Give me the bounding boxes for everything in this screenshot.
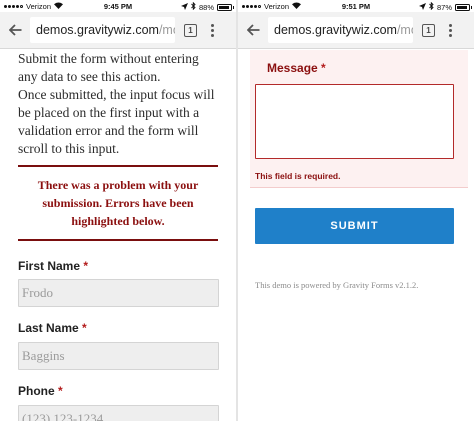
browser-toolbar: demos.gravitywiz.com/mobi 1 xyxy=(238,12,474,49)
phone-label: Phone * xyxy=(18,384,63,398)
first-name-placeholder: Frodo xyxy=(22,285,54,300)
message-label: Message * xyxy=(267,61,326,75)
error-line: There was a problem with your xyxy=(37,178,199,192)
overflow-menu-button[interactable] xyxy=(447,23,453,37)
status-bar: Verizon 9:51 PM 87% xyxy=(238,0,474,12)
status-bar: Verizon 9:45 PM 88% xyxy=(0,0,236,12)
battery-percent: 87% xyxy=(436,2,452,12)
arrow-left-icon xyxy=(8,24,21,36)
back-button[interactable] xyxy=(238,12,268,49)
description-line: any data to see this action. xyxy=(18,69,161,84)
url-path: /mobi xyxy=(396,23,413,37)
description-line: Submit the form without entering xyxy=(18,51,199,66)
url-host: demos.gravitywiz.com xyxy=(36,23,159,37)
description-line: be placed on the first input with a xyxy=(18,105,200,120)
last-name-placeholder: Baggins xyxy=(22,348,65,363)
error-line: submission. Errors have been xyxy=(42,196,194,210)
address-bar[interactable]: demos.gravitywiz.com/mobil xyxy=(30,17,175,43)
first-name-input[interactable]: Frodo xyxy=(18,279,219,307)
bluetooth-icon xyxy=(429,1,434,12)
message-textarea[interactable] xyxy=(255,84,454,159)
bluetooth-icon xyxy=(191,1,196,12)
vertical-ellipsis-icon xyxy=(210,23,214,27)
validation-error-banner: There was a problem with your submission… xyxy=(18,165,218,241)
required-asterisk: * xyxy=(58,384,63,398)
message-field-error-container: Message * This field is required. xyxy=(250,50,468,188)
first-name-label: First Name * xyxy=(18,259,89,273)
arrow-left-icon xyxy=(246,24,259,36)
location-icon xyxy=(418,2,426,12)
error-line: highlighted below. xyxy=(71,214,165,228)
submit-button[interactable]: SUBMIT xyxy=(255,208,454,244)
field-error-message: This field is required. xyxy=(255,171,341,181)
battery-icon xyxy=(217,3,234,11)
description-line: validation error and the form will xyxy=(18,123,199,138)
validation-error-message: There was a problem with your submission… xyxy=(23,176,213,230)
location-icon xyxy=(180,2,188,12)
address-bar[interactable]: demos.gravitywiz.com/mobi xyxy=(268,17,413,43)
battery-icon xyxy=(455,3,472,11)
phone-input[interactable]: (123) 123-1234 xyxy=(18,405,219,421)
left-phone-screen: Verizon 9:45 PM 88% demos.gravitywiz.com… xyxy=(0,0,236,421)
battery-percent: 88% xyxy=(198,2,214,12)
page-content: Submit the form without entering any dat… xyxy=(0,50,236,421)
tab-switcher-button[interactable]: 1 xyxy=(184,23,197,37)
description-line: scroll to this input. xyxy=(18,141,120,156)
last-name-label: Last Name * xyxy=(18,321,87,335)
required-asterisk: * xyxy=(82,321,87,335)
tab-switcher-button[interactable]: 1 xyxy=(422,23,435,37)
url-path: /mobil xyxy=(158,23,175,37)
form-description: Submit the form without entering any dat… xyxy=(18,50,228,158)
last-name-input[interactable]: Baggins xyxy=(18,342,219,370)
back-button[interactable] xyxy=(0,12,30,49)
vertical-ellipsis-icon xyxy=(448,23,452,27)
description-line: Once submitted, the input focus will xyxy=(18,87,215,102)
url-host: demos.gravitywiz.com xyxy=(274,23,397,37)
browser-toolbar: demos.gravitywiz.com/mobil 1 xyxy=(0,12,236,49)
overflow-menu-button[interactable] xyxy=(209,23,215,37)
required-asterisk: * xyxy=(83,259,89,273)
phone-placeholder: (123) 123-1234 xyxy=(22,411,104,421)
powered-by-note: This demo is powered by Gravity Forms v2… xyxy=(255,280,419,290)
required-asterisk: * xyxy=(321,61,326,75)
